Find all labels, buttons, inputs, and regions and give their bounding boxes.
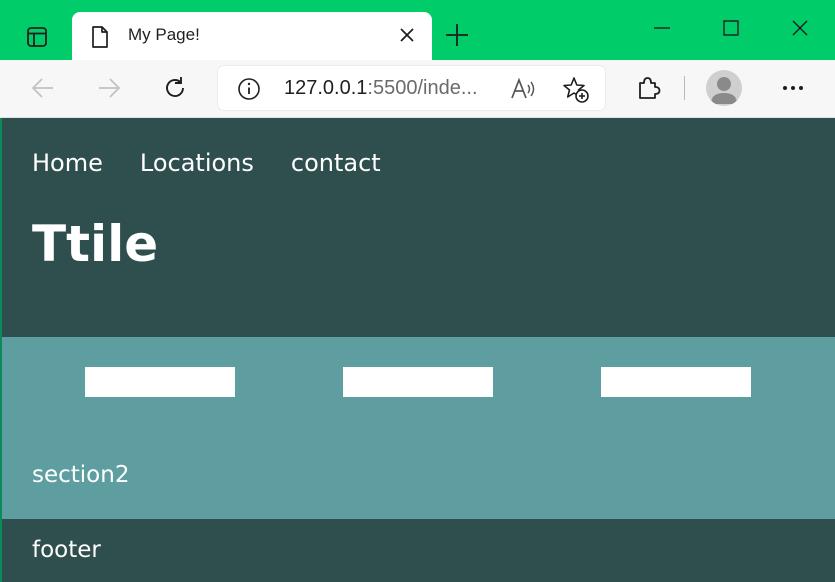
read-aloud-icon [511, 77, 535, 99]
close-icon [400, 28, 414, 42]
browser-tab-strip: My Page! [0, 0, 835, 60]
refresh-icon [166, 77, 184, 97]
maximize-icon [723, 20, 739, 36]
nav-link-locations[interactable]: Locations [140, 148, 254, 178]
close-window-icon [792, 20, 808, 36]
tab-actions-icon [27, 27, 47, 47]
person-icon [711, 77, 737, 104]
site-header: Home Locations contact Ttile [2, 118, 835, 337]
forward-button[interactable] [95, 74, 123, 102]
browser-tab[interactable]: My Page! [72, 12, 432, 60]
forward-arrow-icon [99, 78, 121, 98]
star-add-icon [563, 77, 589, 103]
white-box-3 [601, 367, 751, 397]
browser-toolbar: 127.0.0.1:5500/inde... [0, 60, 835, 118]
section2-label: section2 [32, 462, 130, 488]
nav-link-contact[interactable]: contact [291, 148, 381, 178]
new-tab-button[interactable] [444, 22, 470, 48]
profile-avatar[interactable] [706, 70, 742, 106]
section2: section2 [2, 337, 835, 519]
more-options-button[interactable] [779, 74, 807, 102]
add-favorite-button[interactable] [562, 76, 590, 104]
web-page: Home Locations contact Ttile section2 fo… [0, 118, 835, 582]
back-arrow-icon [31, 78, 53, 98]
minimize-button[interactable] [652, 18, 672, 38]
close-window-button[interactable] [790, 18, 810, 38]
close-tab-button[interactable] [398, 26, 416, 44]
minimize-icon [654, 27, 670, 29]
url-path: :5500/inde... [367, 77, 478, 99]
url-host: 127.0.0.1 [284, 77, 368, 99]
footer-label: footer [32, 537, 101, 563]
refresh-button[interactable] [161, 74, 189, 102]
read-aloud-button[interactable] [510, 77, 536, 101]
site-footer: footer [2, 519, 835, 582]
address-bar[interactable]: 127.0.0.1:5500/inde... [218, 66, 605, 110]
nav-link-home[interactable]: Home [32, 148, 103, 178]
extensions-button[interactable] [634, 74, 662, 102]
url-text[interactable]: 127.0.0.1:5500/inde... [284, 77, 478, 100]
page-title: Ttile [32, 215, 159, 273]
tab-title: My Page! [128, 25, 200, 44]
plus-icon [446, 24, 468, 46]
toolbar-separator [684, 76, 685, 100]
white-box-1 [85, 367, 235, 397]
document-icon [90, 25, 110, 49]
tab-actions-button[interactable] [18, 18, 56, 56]
maximize-button[interactable] [721, 18, 741, 38]
site-nav: Home Locations contact [32, 148, 381, 178]
back-button[interactable] [29, 74, 57, 102]
white-box-2 [343, 367, 493, 397]
ellipsis-icon [783, 86, 803, 90]
puzzle-icon [639, 77, 661, 99]
site-info-icon[interactable] [237, 77, 261, 101]
